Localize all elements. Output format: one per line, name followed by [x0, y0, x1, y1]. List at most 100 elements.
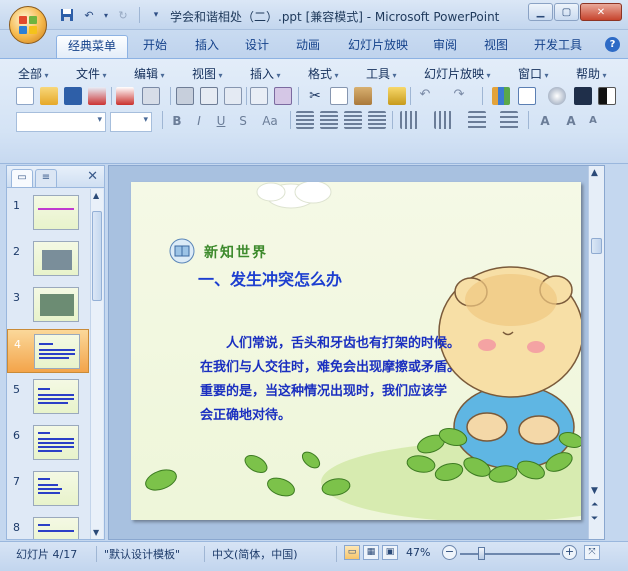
- tab-insert[interactable]: 插入: [186, 35, 228, 58]
- tab-slideshow[interactable]: 幻灯片放映: [340, 35, 416, 58]
- thumbnail-6[interactable]: 6: [7, 421, 89, 465]
- align-center-icon[interactable]: [320, 111, 338, 129]
- zoom-level[interactable]: 47%: [406, 546, 430, 559]
- scrollbar-thumb[interactable]: [591, 238, 602, 254]
- scroll-up-icon[interactable]: ▲: [591, 168, 598, 178]
- slide-scrollbar[interactable]: ▲ ▼ ⏶ ⏷: [588, 166, 604, 539]
- thesaurus-icon[interactable]: [274, 87, 292, 105]
- tab-view[interactable]: 视图: [475, 35, 517, 58]
- font-color-icon[interactable]: A: [534, 112, 556, 130]
- slide-sorter-button[interactable]: ▦: [363, 545, 379, 560]
- slide-layout-icon[interactable]: [574, 87, 592, 105]
- shrink-font-icon[interactable]: A: [584, 112, 602, 130]
- menu-format[interactable]: 格式: [308, 65, 339, 82]
- bold-button[interactable]: B: [168, 112, 186, 130]
- thumbnail-4[interactable]: 4: [7, 329, 89, 373]
- change-case-button[interactable]: Aa: [258, 112, 282, 130]
- save-icon[interactable]: [58, 6, 76, 24]
- align-right-icon[interactable]: [344, 111, 362, 129]
- menu-window[interactable]: 窗口: [518, 65, 549, 82]
- format-painter-icon[interactable]: [388, 87, 406, 105]
- slideshow-button[interactable]: ▣: [382, 545, 398, 560]
- next-slide-icon[interactable]: ⏷: [591, 514, 598, 524]
- menu-slideshow[interactable]: 幻灯片放映: [424, 65, 491, 82]
- zoom-out-button[interactable]: −: [442, 545, 457, 560]
- help-icon[interactable]: ?: [605, 37, 620, 52]
- color-icon[interactable]: [598, 87, 616, 105]
- slides-tab[interactable]: ▭: [11, 169, 33, 187]
- minimize-button[interactable]: ▁: [528, 3, 553, 21]
- thumbnail-2[interactable]: 2: [7, 237, 89, 281]
- shadow-button[interactable]: S: [234, 112, 252, 130]
- tab-design[interactable]: 设计: [236, 35, 278, 58]
- tab-review[interactable]: 审阅: [424, 35, 466, 58]
- scrollbar-thumb[interactable]: [92, 211, 102, 301]
- undo-dropdown-icon[interactable]: ▾: [102, 6, 110, 24]
- open-folder-icon[interactable]: [40, 87, 58, 105]
- redo-icon[interactable]: ↻: [114, 6, 132, 24]
- redo-icon[interactable]: ↷: [450, 87, 468, 105]
- scroll-down-icon[interactable]: ▼: [591, 486, 598, 496]
- tab-animation[interactable]: 动画: [287, 35, 329, 58]
- align-left-icon[interactable]: [296, 111, 314, 129]
- normal-view-button[interactable]: ▭: [344, 545, 360, 560]
- undo-icon[interactable]: ↶: [80, 6, 98, 24]
- italic-button[interactable]: I: [190, 112, 208, 130]
- tab-developer[interactable]: 开发工具: [528, 35, 588, 58]
- menu-edit[interactable]: 编辑: [134, 65, 165, 82]
- scroll-down-icon[interactable]: ▼: [93, 528, 99, 537]
- font-name-combo[interactable]: [16, 112, 106, 132]
- scroll-up-icon[interactable]: ▲: [93, 191, 99, 200]
- underline-button[interactable]: U: [212, 112, 230, 130]
- cut-icon[interactable]: ✂: [306, 87, 324, 105]
- permission-icon[interactable]: [88, 87, 106, 105]
- research-icon[interactable]: [224, 87, 242, 105]
- maximize-button[interactable]: ▢: [554, 3, 579, 21]
- previous-slide-icon[interactable]: ⏶: [591, 500, 598, 510]
- office-button[interactable]: [9, 6, 47, 44]
- thumbnail-3[interactable]: 3: [7, 283, 89, 327]
- menu-all[interactable]: 全部: [18, 65, 49, 82]
- zoom-slider[interactable]: [460, 553, 560, 555]
- spelling-icon[interactable]: [250, 87, 268, 105]
- outline-tab[interactable]: ≡: [35, 169, 57, 187]
- thumbnail-scrollbar[interactable]: ▲ ▼: [90, 189, 103, 539]
- fit-to-window-button[interactable]: ⤧: [584, 545, 600, 560]
- save-icon[interactable]: [64, 87, 82, 105]
- thumbnail-1[interactable]: 1: [7, 191, 89, 235]
- columns-icon[interactable]: [400, 111, 418, 129]
- customize-qat-icon[interactable]: ▾: [147, 6, 165, 24]
- menu-tools[interactable]: 工具: [366, 65, 397, 82]
- thumbnail-8[interactable]: 8: [7, 513, 89, 539]
- tab-home[interactable]: 开始: [134, 35, 176, 58]
- copy-icon[interactable]: [330, 87, 348, 105]
- close-button[interactable]: ✕: [580, 3, 622, 21]
- close-panel-icon[interactable]: ✕: [87, 169, 98, 184]
- email-icon[interactable]: [116, 87, 134, 105]
- menu-file[interactable]: 文件: [76, 65, 107, 82]
- print-preview-icon[interactable]: [142, 87, 160, 105]
- menu-insert[interactable]: 插入: [250, 65, 281, 82]
- menu-help[interactable]: 帮助: [576, 65, 607, 82]
- justify-icon[interactable]: [368, 111, 386, 129]
- undo-icon[interactable]: ↶: [416, 87, 434, 105]
- grayscale-icon[interactable]: [548, 87, 566, 105]
- thumbnail-7[interactable]: 7: [7, 467, 89, 511]
- bullets-icon[interactable]: [468, 111, 486, 129]
- slide-canvas[interactable]: 新知世界 一、发生冲突怎么办 人们常说，舌头和牙齿也有打架的时候。 在我们与人交…: [131, 182, 581, 520]
- menu-view[interactable]: 视图: [192, 65, 223, 82]
- grow-font-icon[interactable]: A: [562, 112, 580, 130]
- tab-classic-menu[interactable]: 经典菜单: [56, 35, 128, 58]
- zoom-slider-handle[interactable]: [478, 547, 485, 560]
- insert-table-icon[interactable]: [518, 87, 536, 105]
- font-size-combo[interactable]: [110, 112, 152, 132]
- new-file-icon[interactable]: [16, 87, 34, 105]
- thumbnail-5[interactable]: 5: [7, 375, 89, 419]
- insert-chart-icon[interactable]: [492, 87, 510, 105]
- text-direction-icon[interactable]: [434, 111, 452, 129]
- preview-icon[interactable]: [200, 87, 218, 105]
- numbering-icon[interactable]: [500, 111, 518, 129]
- print-icon[interactable]: [176, 87, 194, 105]
- paste-icon[interactable]: [354, 87, 372, 105]
- language-indicator[interactable]: 中文(简体，中国): [212, 546, 298, 562]
